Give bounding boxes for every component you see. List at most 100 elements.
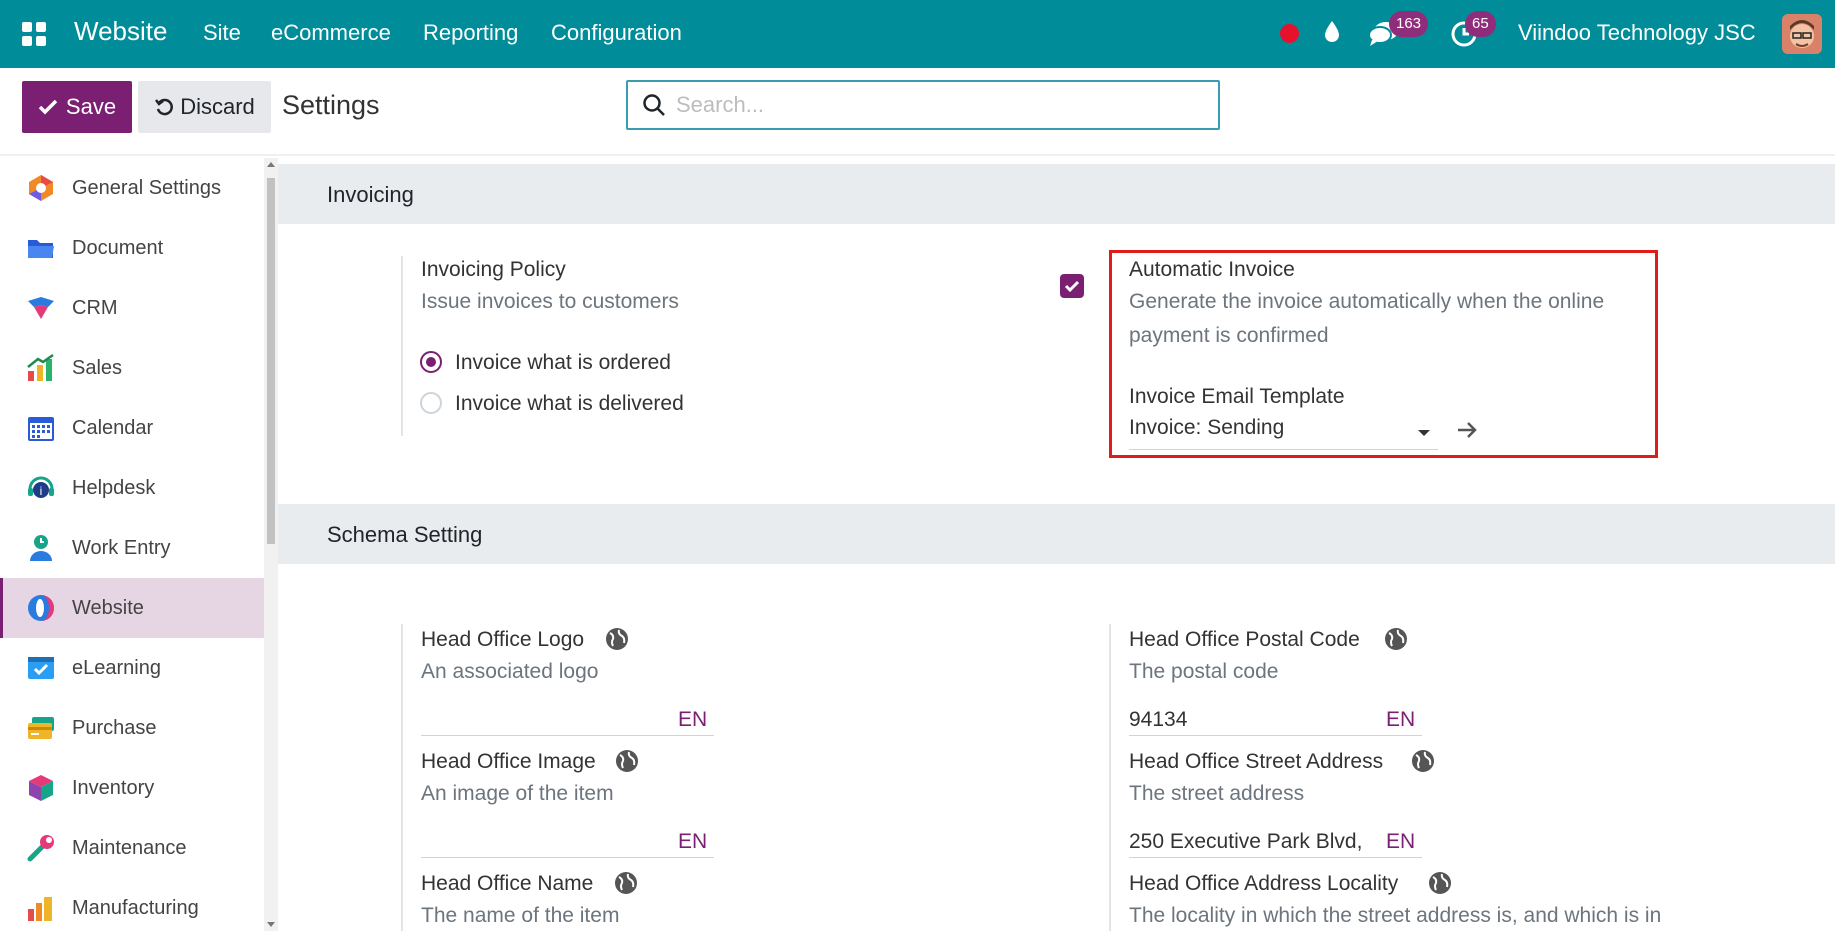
settings-content: Invoicing Invoicing Policy Issue invoice… (278, 158, 1835, 931)
head-office-postal-value[interactable]: 94134 (1129, 708, 1187, 732)
search-box[interactable] (626, 80, 1220, 130)
app-brand[interactable]: Website (74, 16, 167, 47)
sidebar-item-general-settings[interactable]: General Settings (0, 158, 264, 218)
record-icon[interactable] (1280, 24, 1299, 43)
discard-button[interactable]: Discard (138, 81, 271, 133)
arrow-right-icon[interactable] (1456, 420, 1478, 440)
head-office-image-field[interactable] (421, 826, 714, 858)
crm-icon (28, 297, 54, 319)
sidebar-item-elearning[interactable]: eLearning (0, 638, 264, 698)
radio-label-invoice-delivered[interactable]: Invoice what is delivered (455, 392, 684, 416)
control-panel: Save Discard Settings (0, 68, 1835, 156)
scroll-down-arrow-icon[interactable] (267, 922, 275, 927)
sidebar-item-purchase[interactable]: Purchase (0, 698, 264, 758)
menu-reporting[interactable]: Reporting (423, 20, 518, 46)
check-icon (1064, 280, 1080, 293)
globe-icon (1412, 750, 1434, 772)
sidebar-item-crm[interactable]: CRM (0, 278, 264, 338)
invoice-email-template-label: Invoice Email Template (1129, 385, 1345, 408)
undo-icon (155, 98, 174, 116)
scroll-thumb[interactable] (267, 178, 275, 544)
dropdown-caret-icon (1418, 430, 1430, 436)
menu-site[interactable]: Site (203, 20, 241, 46)
radio-label-invoice-ordered[interactable]: Invoice what is ordered (455, 351, 671, 375)
invoicing-policy-title: Invoicing Policy (421, 258, 566, 281)
company-switcher[interactable]: Viindoo Technology JSC (1518, 20, 1756, 46)
sidebar-item-sales[interactable]: Sales (0, 338, 264, 398)
search-icon (643, 94, 665, 116)
radio-invoice-delivered[interactable] (420, 392, 442, 414)
automatic-invoice-title: Automatic Invoice (1129, 258, 1295, 281)
head-office-postal-desc: The postal code (1129, 660, 1279, 683)
page-title: Settings (282, 90, 380, 120)
settings-sidebar: General Settings Document CRM Sales Cale… (0, 158, 264, 931)
head-office-street-value[interactable]: 250 Executive Park Blvd, (1129, 830, 1362, 854)
drop-icon[interactable] (1323, 20, 1341, 44)
globe-icon (615, 872, 637, 894)
sidebar-item-inventory[interactable]: Inventory (0, 758, 264, 818)
divider (401, 256, 403, 436)
check-icon (38, 99, 58, 115)
sidebar-scrollbar[interactable] (264, 158, 278, 931)
automatic-invoice-desc: Generate the invoice automatically when … (1129, 290, 1605, 347)
search-input[interactable] (676, 90, 1206, 120)
head-office-image-title: Head Office Image (421, 750, 596, 773)
head-office-locality-title: Head Office Address Locality (1129, 872, 1399, 895)
invoicing-policy-desc: Issue invoices to customers (421, 290, 679, 313)
divider (401, 624, 403, 931)
discard-label: Discard (180, 94, 255, 119)
website-icon (28, 595, 54, 621)
sidebar-item-document[interactable]: Document (0, 218, 264, 278)
menu-configuration[interactable]: Configuration (551, 20, 682, 46)
cube-icon (29, 775, 53, 801)
globe-icon (616, 750, 638, 772)
svg-text:i: i (40, 484, 43, 498)
globe-icon (1429, 872, 1451, 894)
wrench-icon (27, 835, 54, 862)
sidebar-item-work-entry[interactable]: Work Entry (0, 518, 264, 578)
head-office-image-desc: An image of the item (421, 782, 614, 805)
head-office-postal-title: Head Office Postal Code (1129, 628, 1360, 651)
user-avatar[interactable] (1782, 14, 1822, 54)
headset-icon: i (28, 476, 54, 498)
sales-chart-icon (27, 353, 54, 381)
sidebar-item-website[interactable]: Website (0, 578, 264, 638)
head-office-street-desc: The street address (1129, 782, 1305, 805)
menu-ecommerce[interactable]: eCommerce (271, 20, 391, 46)
section-header-schema: Schema Setting (278, 504, 1835, 564)
divider (1109, 624, 1111, 931)
app-menu-grid-icon[interactable] (22, 22, 46, 46)
head-office-logo-desc: An associated logo (421, 660, 599, 683)
calendar-icon (28, 417, 54, 441)
automatic-invoice-checkbox[interactable] (1060, 274, 1084, 298)
lang-en-button[interactable]: EN (1386, 708, 1415, 732)
scroll-up-arrow-icon[interactable] (267, 162, 275, 167)
globe-icon (1385, 628, 1407, 650)
person-clock-icon (30, 535, 52, 561)
manufacturing-icon (28, 897, 52, 921)
folder-icon (28, 240, 54, 258)
globe-icon (606, 628, 628, 650)
elearning-icon (28, 657, 54, 679)
head-office-logo-field[interactable] (421, 704, 714, 736)
section-header-invoicing: Invoicing (278, 164, 1835, 224)
purchase-card-icon (28, 717, 54, 739)
sidebar-item-helpdesk[interactable]: i Helpdesk (0, 458, 264, 518)
sidebar-item-manufacturing[interactable]: Manufacturing (0, 878, 264, 931)
head-office-name-title: Head Office Name (421, 872, 594, 895)
radio-invoice-ordered[interactable] (420, 351, 442, 373)
messages-badge: 163 (1389, 11, 1429, 37)
top-navbar: Website Site eCommerce Reporting Configu… (0, 0, 1835, 68)
head-office-logo-title: Head Office Logo (421, 628, 585, 651)
head-office-street-title: Head Office Street Address (1129, 750, 1384, 773)
lang-en-button[interactable]: EN (678, 830, 707, 854)
save-label: Save (65, 94, 117, 119)
invoice-email-template-select[interactable]: Invoice: Sending (1129, 416, 1438, 450)
lang-en-button[interactable]: EN (678, 708, 707, 732)
head-office-name-desc: The name of the item (421, 904, 620, 927)
lang-en-button[interactable]: EN (1386, 830, 1415, 854)
sidebar-item-maintenance[interactable]: Maintenance (0, 818, 264, 878)
head-office-locality-desc: The locality in which the street address… (1129, 904, 1662, 927)
sidebar-item-calendar[interactable]: Calendar (0, 398, 264, 458)
save-button[interactable]: Save (22, 81, 132, 133)
